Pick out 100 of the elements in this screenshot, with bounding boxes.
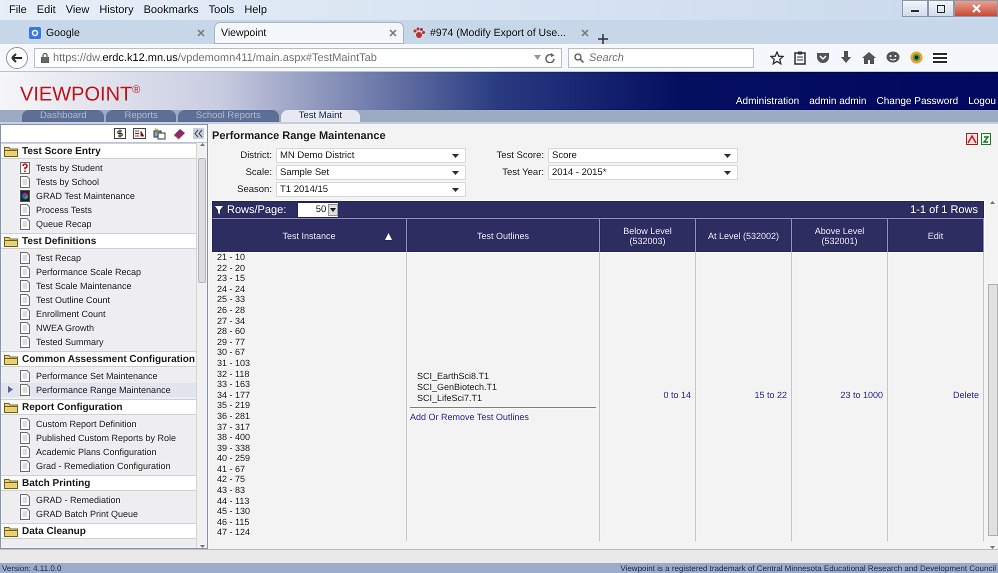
excel-icon[interactable] (981, 133, 991, 145)
sidebar-item[interactable]: GRAD Test Maintenance (1, 189, 196, 203)
header-link[interactable]: Administration (736, 96, 800, 107)
menu-item[interactable]: Edit (32, 4, 61, 16)
column-header[interactable]: Test Outlines (407, 219, 600, 252)
column-header[interactable]: Test Instance (212, 219, 407, 252)
dropdown-field[interactable]: Sample Set (276, 165, 466, 180)
page-icon (20, 204, 30, 216)
chat-icon[interactable] (886, 51, 900, 64)
sidebar-item[interactable]: Queue Recap (1, 217, 196, 231)
menu-item[interactable]: Bookmarks (138, 4, 204, 16)
add-remove-outlines-link[interactable]: Add Or Remove Test Outlines (410, 412, 529, 422)
section-header[interactable]: Report Configuration (1, 399, 196, 415)
dollar-icon[interactable] (114, 128, 126, 139)
header-link[interactable]: admin admin (809, 96, 866, 107)
outline-name: SCI_GenBiotech.T1 (416, 382, 498, 393)
scroll-up-icon[interactable] (990, 201, 995, 204)
back-arrow-icon (11, 52, 23, 62)
sidebar-item[interactable]: Tests by Student (1, 161, 196, 175)
search-field[interactable]: Search (568, 48, 754, 68)
section-header[interactable]: Test Score Entry (1, 143, 196, 159)
dropdown-field[interactable]: T1 2014/15 (276, 182, 466, 197)
menu-item[interactable]: Tools (204, 4, 240, 16)
section-header[interactable]: Test Definitions (1, 233, 196, 249)
page-icon (20, 508, 30, 520)
sidebar-item[interactable]: Test Recap (1, 251, 196, 265)
page-icon (20, 322, 30, 334)
address-bar[interactable]: https://dw.erdc.k12.mn.us/vpdemomn411/main.aspx#TestMaintTab (34, 48, 562, 68)
new-tab-icon[interactable] (598, 34, 608, 44)
sidebar-item[interactable]: Test Outline Count (1, 293, 196, 307)
pdf-icon[interactable] (966, 133, 978, 145)
pocket-icon[interactable] (816, 52, 830, 64)
sidebar-item[interactable]: Custom Report Definition (1, 417, 196, 431)
dropdown-icon[interactable] (534, 55, 541, 60)
dropdown-field[interactable]: MN Demo District (276, 148, 466, 163)
table-cell-text: 22 - 20 (217, 262, 246, 274)
sidebar-item[interactable]: GRAD Batch Print Queue (1, 507, 196, 521)
column-header[interactable]: Edit (888, 219, 984, 252)
star-icon[interactable] (770, 50, 784, 64)
section-header[interactable]: Batch Printing (1, 475, 196, 491)
menu-item[interactable]: File (4, 4, 32, 16)
book-icon[interactable] (173, 128, 186, 140)
maximize-button[interactable] (928, 0, 954, 17)
page-icon (20, 266, 30, 278)
menu-item[interactable]: History (94, 4, 139, 16)
dropdown-field[interactable]: 2014 - 2015* (548, 165, 738, 180)
browser-tab[interactable]: Viewpoint (214, 22, 404, 44)
delete-link[interactable]: Delete (952, 390, 979, 400)
scrollbar-thumb[interactable] (988, 284, 998, 536)
scrollbar-thumb[interactable] (198, 158, 206, 283)
nav-tab[interactable]: Test Maint (280, 110, 360, 122)
reload-icon[interactable] (545, 52, 555, 62)
column-header[interactable]: At Level (532002) (696, 219, 792, 252)
range-link[interactable]: 15 to 22 (754, 390, 787, 400)
dropdown-field[interactable]: Score (548, 148, 738, 163)
browser-tab[interactable]: Google (22, 22, 212, 44)
dropdown-arrow-icon (452, 154, 459, 158)
download-icon[interactable] (840, 50, 852, 64)
collapse-icon[interactable] (193, 128, 204, 139)
close-icon[interactable] (197, 29, 205, 37)
section-header[interactable]: Common Assessment Configuration (1, 351, 196, 367)
close-icon[interactable] (581, 29, 589, 37)
section-header[interactable]: Data Cleanup (1, 523, 196, 539)
dropdown-arrow-icon (724, 154, 731, 158)
back-button[interactable] (6, 46, 28, 68)
maximize-icon (937, 4, 945, 12)
range-link[interactable]: 0 to 14 (663, 390, 691, 400)
table-cell-text: 44 - 113 (217, 496, 250, 506)
table-cell-text: 39 - 338 (217, 442, 252, 454)
sidebar-item[interactable]: Academic Plans Configuration (1, 445, 196, 459)
sidebar-item[interactable]: Grad - Remediation Configuration (1, 459, 196, 473)
sidebar-item[interactable]: NWEA Growth (1, 321, 196, 335)
sidebar-item[interactable]: GRAD - Remediation (1, 493, 196, 507)
menu-item[interactable]: Help (239, 4, 272, 16)
close-button[interactable] (954, 0, 998, 17)
menu-icon[interactable] (933, 52, 947, 64)
sidebar-item[interactable]: Process Tests (1, 203, 196, 217)
sidebar-item[interactable]: Published Custom Reports by Role (1, 431, 196, 445)
outline-name: SCI_LifeSci7.T1 (416, 393, 484, 404)
sidebar-item[interactable]: Tests by School (1, 175, 196, 189)
windows-icon[interactable] (153, 128, 166, 140)
sidebar-item[interactable]: Tested Summary (1, 335, 196, 349)
close-icon[interactable] (389, 29, 397, 37)
range-link[interactable]: 23 to 1000 (840, 390, 883, 400)
sidebar-item[interactable]: Enrollment Count (1, 307, 196, 321)
sidebar-item[interactable]: Performance Range Maintenance (1, 383, 196, 397)
browser-tab[interactable]: #974 (Modify Export of Use... (406, 22, 596, 44)
sidebar-item[interactable]: Performance Scale Recap (1, 265, 196, 279)
minimize-button[interactable] (902, 0, 928, 17)
header-link[interactable]: Logou (968, 96, 996, 107)
sidebar-item[interactable]: Performance Set Maintenance (1, 369, 196, 383)
sidebar-item[interactable]: Test Scale Maintenance (1, 279, 196, 293)
home-icon[interactable] (862, 52, 876, 64)
filter-icon[interactable] (215, 206, 223, 214)
menu-item[interactable]: View (60, 4, 94, 16)
column-header[interactable]: Below Level (532003) (600, 219, 696, 252)
clipboard-icon[interactable] (794, 50, 806, 64)
header-link[interactable]: Change Password (876, 96, 958, 107)
column-header[interactable]: Above Level (532001) (792, 219, 888, 252)
rows-per-page-dropdown[interactable]: 50 (298, 202, 338, 216)
